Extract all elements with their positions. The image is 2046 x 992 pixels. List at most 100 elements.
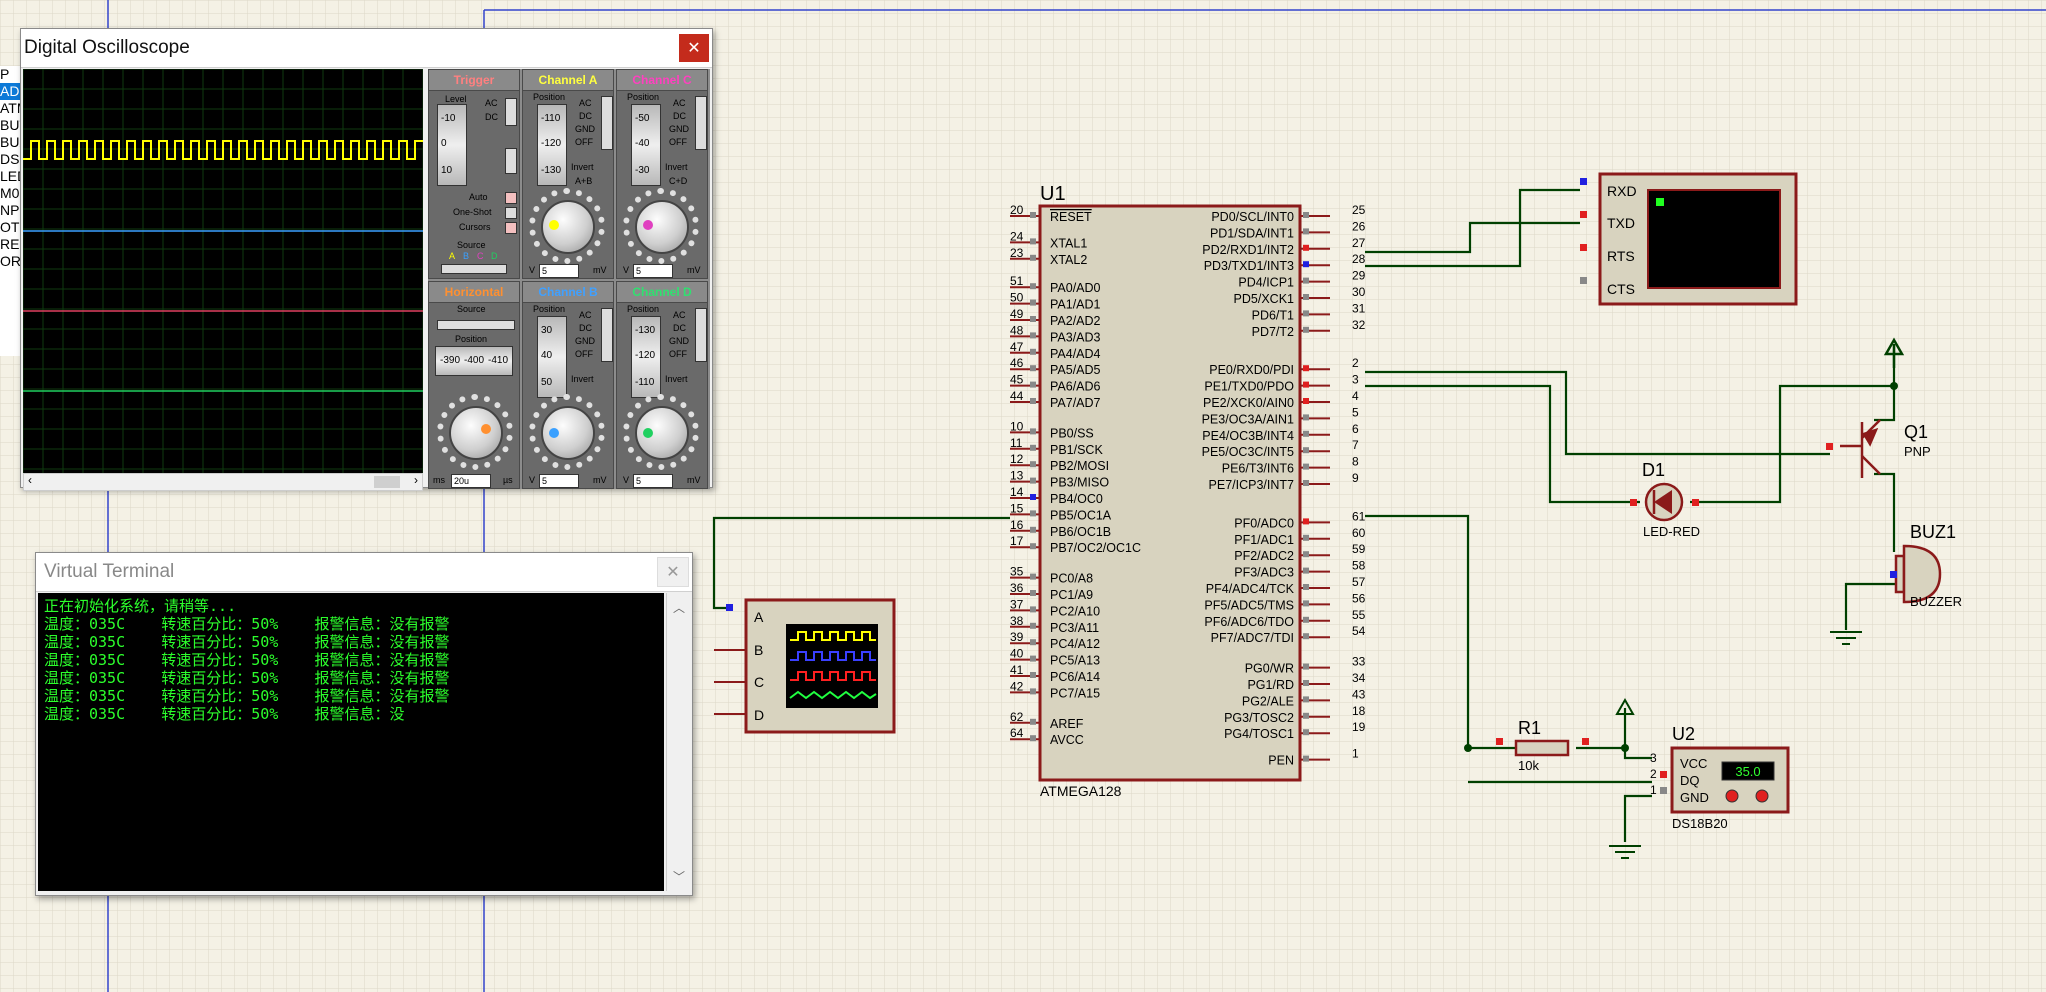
- horizontal-source-slider[interactable]: [437, 320, 515, 330]
- channel-b-position-slider[interactable]: 30 40 50: [537, 316, 567, 398]
- component-list-item[interactable]: ADC: [0, 83, 22, 100]
- channel-a-position-slider[interactable]: -110 -120 -130: [537, 104, 567, 186]
- channel-a-off-label: OFF: [575, 137, 593, 147]
- scroll-thumb[interactable]: [374, 476, 400, 488]
- channel-c-invert-label: Invert: [665, 162, 688, 172]
- mcu-pin-number: 17: [1010, 534, 1024, 548]
- mcu-pin-name: PC5/A13: [1050, 654, 1100, 668]
- component-list[interactable]: PADCATMBUTBUZDS1LEDM0NPOTRESOR: [0, 66, 22, 356]
- mcu-pin-number: 50: [1010, 291, 1024, 305]
- oscilloscope-titlebar[interactable]: Digital Oscilloscope ✕: [21, 29, 712, 68]
- trigger-edge-switch[interactable]: [505, 148, 517, 174]
- mcu-pin-name: AREF: [1050, 717, 1084, 731]
- channel-d-value-input[interactable]: 5: [633, 474, 673, 488]
- vterm-cursor: [1656, 198, 1664, 206]
- oscilloscope-window[interactable]: Digital Oscilloscope ✕ ‹ › Trigger Level…: [20, 28, 713, 491]
- component-list-item[interactable]: BUZ: [0, 134, 22, 151]
- mcu-pin-name: PG1/RD: [1247, 678, 1294, 692]
- trigger-cursors-toggle[interactable]: [505, 222, 517, 234]
- mcu-pin-name: PE3/OC3A/AIN1: [1202, 412, 1294, 426]
- channel-c-off-label: OFF: [669, 137, 687, 147]
- terminal-output[interactable]: 正在初始化系统，请稍等... 温度：035C 转速百分比：50% 报警信息：没有报…: [38, 593, 664, 891]
- scroll-right-icon[interactable]: ›: [414, 473, 418, 487]
- horizontal-time-knob[interactable]: [449, 406, 503, 460]
- trigger-section: Trigger Level -10 0 10 AC DC Auto One-Sh…: [428, 69, 520, 279]
- channel-c-value-input[interactable]: 5: [633, 264, 673, 278]
- component-list-item[interactable]: OT: [0, 219, 22, 236]
- scroll-down-icon[interactable]: ﹀: [673, 868, 685, 885]
- trigger-coupling-switch[interactable]: [505, 98, 517, 126]
- mcu-pin-number: 11: [1010, 436, 1023, 450]
- channel-c-coupling-switch[interactable]: [695, 96, 707, 150]
- resistor-r1[interactable]: [1514, 739, 1570, 757]
- horizontal-section: Horizontal Source Position -390 -400 -41…: [428, 281, 520, 489]
- channel-b-volts-knob[interactable]: [541, 406, 595, 460]
- trigger-oneshot-toggle[interactable]: [505, 207, 517, 219]
- mcu-pin-number: 34: [1352, 671, 1366, 685]
- channel-d-volts-knob[interactable]: [635, 406, 689, 460]
- led-d1[interactable]: [1644, 482, 1684, 522]
- horizontal-knob-dot-icon: [481, 424, 491, 434]
- mcu-pin-name: PF7/ADC7/TDI: [1211, 631, 1294, 645]
- oscilloscope-controls: Trigger Level -10 0 10 AC DC Auto One-Sh…: [428, 69, 710, 489]
- channel-d-coupling-switch[interactable]: [695, 308, 707, 362]
- terminal-close-button[interactable]: ✕: [657, 557, 689, 587]
- channel-a-dc-label: DC: [579, 111, 592, 121]
- channel-c-volts-knob[interactable]: [635, 200, 689, 254]
- component-list-item[interactable]: LED: [0, 168, 22, 185]
- component-list-item[interactable]: OR: [0, 253, 22, 270]
- channel-b-invert-label: Invert: [571, 374, 594, 384]
- mcu-pin-name: PD2/RXD1/INT2: [1202, 243, 1294, 257]
- terminal-scrollbar[interactable]: ︿ ﹀: [666, 593, 691, 891]
- mcu-pin-name: PF1/ADC1: [1234, 533, 1294, 547]
- vterm-pin-cts: CTS: [1607, 281, 1635, 297]
- channel-b-coupling-switch[interactable]: [601, 308, 613, 362]
- component-list-item[interactable]: ATM: [0, 100, 22, 117]
- trigger-level-slider[interactable]: -10 0 10: [437, 104, 467, 186]
- mcu-pin-number: 32: [1352, 318, 1366, 332]
- mcu-pin-number: 29: [1352, 269, 1366, 283]
- channel-c-position-slider[interactable]: -50 -40 -30: [631, 104, 661, 186]
- scope-pin-b: B: [754, 642, 763, 658]
- component-list-item[interactable]: BUT: [0, 117, 22, 134]
- virtual-terminal-window[interactable]: Virtual Terminal ✕ 正在初始化系统，请稍等... 温度：035C…: [35, 552, 693, 896]
- channel-b-unit-left: V: [529, 475, 536, 485]
- terminal-titlebar[interactable]: Virtual Terminal ✕: [36, 553, 692, 592]
- channel-d-knob-dot-icon: [643, 428, 653, 438]
- trigger-source-slider[interactable]: [441, 264, 507, 274]
- mcu-pin-marker: [1030, 365, 1036, 372]
- mcu-pin-marker: [1030, 316, 1036, 322]
- mcu-pin-marker: [1303, 616, 1309, 623]
- channel-a-volts-knob[interactable]: [541, 200, 595, 254]
- mcu-pin-name: PD4/ICP1: [1238, 276, 1294, 290]
- channel-b-value-input[interactable]: 5: [539, 474, 579, 488]
- vterm-component[interactable]: RXD TXD RTS CTS: [1580, 172, 1798, 306]
- channel-d-position-slider[interactable]: -130 -120 -110: [631, 316, 661, 398]
- mcu-pin-number: 45: [1010, 373, 1024, 387]
- component-list-item[interactable]: M0: [0, 185, 22, 202]
- channel-d-ac-label: AC: [673, 310, 686, 320]
- channel-b-section: Channel B Position 30 40 50 AC DC GND OF…: [522, 281, 614, 489]
- component-list-item[interactable]: NP: [0, 202, 22, 219]
- channel-a-coupling-switch[interactable]: [601, 96, 613, 150]
- sensor-u2[interactable]: 35.0 VCC DQ GND 3 2 1: [1650, 746, 1790, 814]
- channel-c-section: Channel C Position -50 -40 -30 AC DC GND…: [616, 69, 708, 279]
- component-list-item[interactable]: RES: [0, 236, 22, 253]
- channel-a-value-input[interactable]: 5: [539, 264, 579, 278]
- horizontal-position-slider[interactable]: -390 -400 -410: [435, 346, 513, 376]
- d1-ref: D1: [1642, 460, 1665, 480]
- close-button[interactable]: ✕: [679, 34, 709, 62]
- mcu-pin-marker: [1030, 428, 1036, 435]
- mcu-pin-number: 40: [1010, 647, 1024, 661]
- mcu-pin-name: PF6/ADC6/TDO: [1204, 615, 1294, 629]
- scroll-up-icon[interactable]: ︿: [673, 599, 685, 616]
- oscilloscope-screen[interactable]: [23, 69, 423, 473]
- horizontal-value-input[interactable]: 20u: [451, 474, 491, 488]
- trigger-auto-toggle[interactable]: [505, 192, 517, 204]
- terminal-line: 温度：035C 转速百分比：50% 报警信息：没有报警: [44, 687, 450, 705]
- oscilloscope-scrollbar[interactable]: ‹ ›: [23, 473, 423, 491]
- buz1-ref: BUZ1: [1910, 522, 1956, 542]
- component-list-item[interactable]: P: [0, 66, 22, 83]
- component-list-item[interactable]: DS1: [0, 151, 22, 168]
- scroll-left-icon[interactable]: ‹: [28, 473, 32, 487]
